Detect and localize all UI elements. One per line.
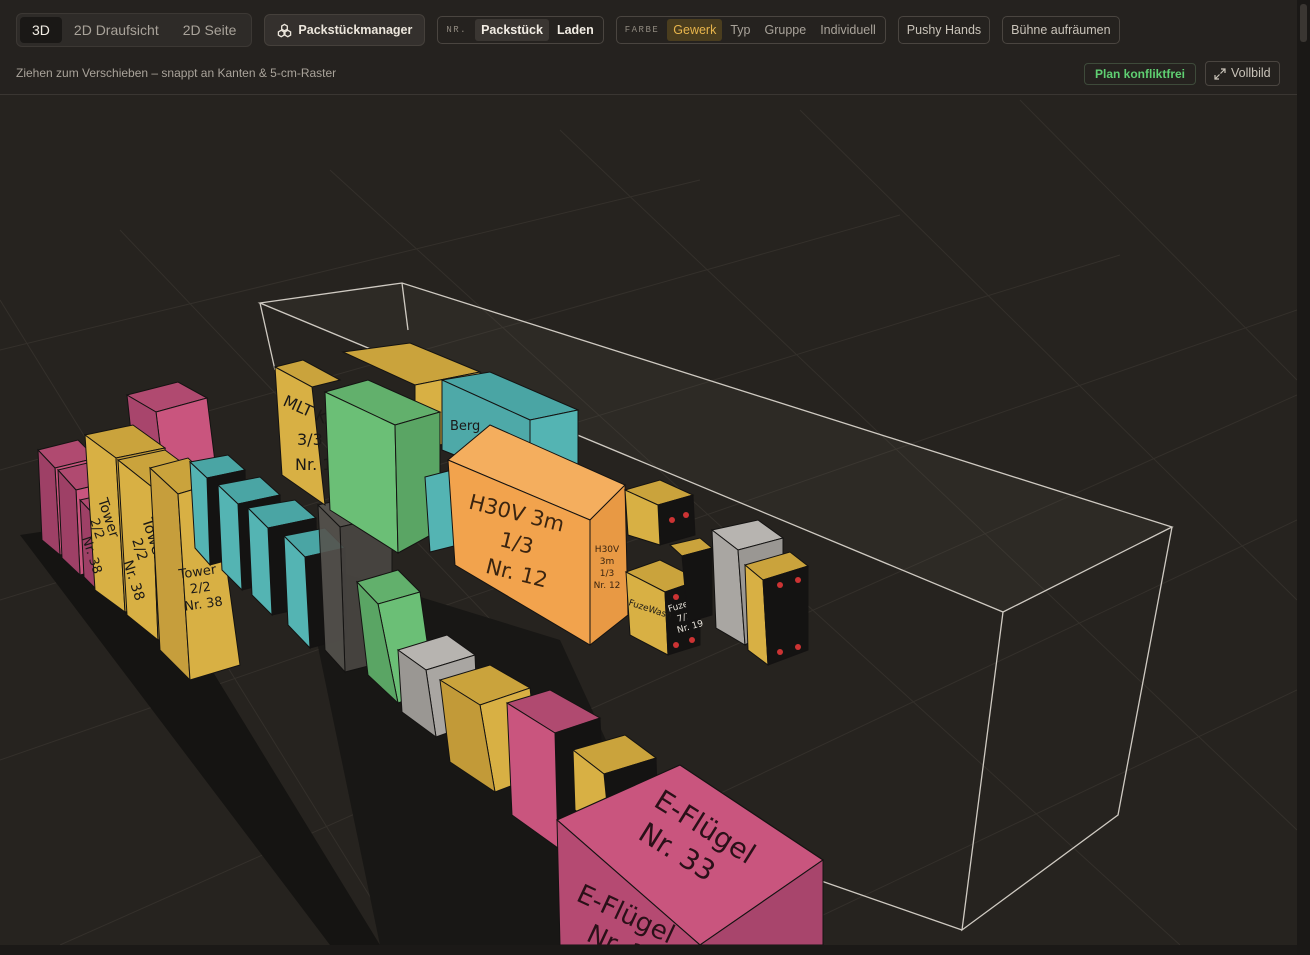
h30v-side-a: H30V	[595, 545, 620, 555]
view-mode-tabs: 3D 2D Draufsicht 2D Seite	[16, 13, 253, 47]
package-manager-button[interactable]: Packstückmanager	[264, 14, 426, 46]
fullscreen-button[interactable]: Vollbild	[1205, 61, 1280, 86]
berg-label: Berg	[450, 419, 480, 434]
pushy-hands-button[interactable]: Pushy Hands	[897, 16, 991, 44]
h30v-side-b: 3m	[600, 557, 615, 567]
tab-2d-side[interactable]: 2D Seite	[171, 17, 249, 43]
scene-canvas[interactable]: Tower 2/2 Nr. 38 Tower 2/2 Nr. 38 Tower …	[0, 95, 1297, 945]
h30v-side-c: 1/3	[600, 569, 614, 579]
scrollbar[interactable]	[1297, 0, 1310, 955]
fullscreen-label: Vollbild	[1231, 66, 1271, 80]
status-badge: Plan konfliktfrei	[1084, 63, 1197, 85]
number-mode-tag: NR.	[446, 25, 468, 35]
number-mode-group: NR. Packstück Laden	[437, 16, 604, 44]
expand-icon	[1214, 67, 1226, 80]
case-h30v[interactable]: H30V 3m 1/3 Nr. 12 H30V 3m 1/3 Nr. 12	[447, 424, 629, 647]
color-mode-trade[interactable]: Gewerk	[667, 19, 723, 41]
toolbar: 3D 2D Draufsicht 2D Seite Packstückmanag…	[0, 0, 1297, 95]
tab-2d-top[interactable]: 2D Draufsicht	[62, 17, 171, 43]
case-yellow-black-right[interactable]	[743, 551, 810, 667]
number-mode-load[interactable]: Laden	[551, 19, 600, 41]
color-mode-individual[interactable]: Individuell	[814, 19, 882, 41]
tower-3-label-b: 2/2	[189, 580, 212, 598]
3d-viewport[interactable]: Tower 2/2 Nr. 38 Tower 2/2 Nr. 38 Tower …	[0, 95, 1297, 945]
color-mode-group: FARBE Gewerk Typ Gruppe Individuell	[615, 16, 886, 44]
color-mode-type[interactable]: Typ	[724, 19, 756, 41]
h30v-side-d: Nr. 12	[594, 581, 621, 591]
drag-hint: Ziehen zum Verschieben – snappt an Kante…	[16, 66, 337, 80]
mlt-label-b: 3/3	[297, 430, 323, 449]
package-manager-label: Packstückmanager	[298, 23, 413, 37]
toolbar-row: 3D 2D Draufsicht 2D Seite Packstückmanag…	[16, 12, 1120, 48]
boxes-icon	[278, 23, 292, 37]
clear-stage-button[interactable]: Bühne aufräumen	[1002, 16, 1120, 44]
number-mode-package[interactable]: Packstück	[475, 19, 549, 41]
case-fuze-back[interactable]	[623, 479, 696, 546]
color-mode-group-option[interactable]: Gruppe	[759, 19, 813, 41]
color-mode-tag: FARBE	[624, 25, 660, 35]
scrollbar-thumb[interactable]	[1300, 4, 1307, 42]
tab-3d[interactable]: 3D	[20, 17, 62, 43]
bottom-strip	[0, 945, 1297, 955]
